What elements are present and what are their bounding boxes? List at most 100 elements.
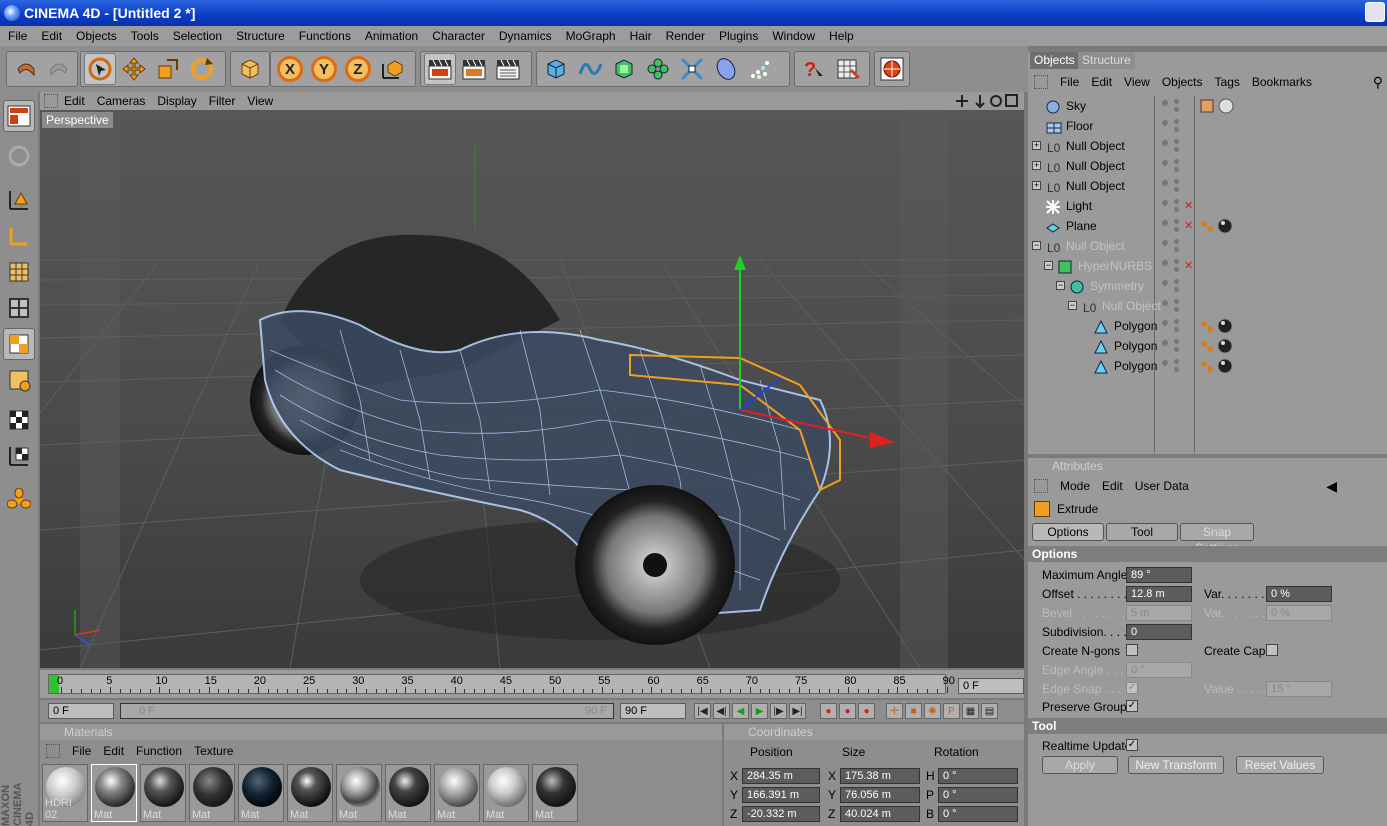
polygons-mode-button[interactable]	[3, 328, 35, 360]
editor-visibility-dot[interactable]	[1162, 340, 1168, 346]
timeline-ruler[interactable]: 0 5 10 15 20 25 30 35 40 45 50 55 60 65 70 75 80 85 90 0 F	[40, 670, 1024, 698]
rotation-field[interactable]: 0 °	[938, 768, 1018, 784]
object-axis-button[interactable]	[3, 220, 35, 252]
spline-button[interactable]	[574, 53, 606, 85]
record-scale-button[interactable]: ●	[839, 703, 856, 719]
render-visibility-dot[interactable]	[1174, 287, 1179, 292]
timeline-end-field[interactable]: 0 F	[958, 678, 1024, 694]
expand-toggle-icon[interactable]: +	[1032, 141, 1041, 150]
disabled-x-icon[interactable]: ✕	[1184, 256, 1193, 276]
timeline-track[interactable]: 0 5 10 15 20 25 30 35 40 45 50 55 60 65 70 75 80 85 90	[48, 674, 955, 694]
recent-object-button[interactable]	[234, 53, 266, 85]
frame-range-slider[interactable]: 0 F 90 F	[120, 703, 614, 719]
max-frame-field[interactable]: 90 F	[620, 703, 686, 719]
back-arrow-icon[interactable]: ◀	[1326, 478, 1337, 495]
particle-button[interactable]	[744, 53, 776, 85]
model-tool-button[interactable]	[3, 184, 35, 216]
size-field[interactable]: 175.38 m	[840, 768, 920, 784]
render-visibility-dot[interactable]	[1174, 339, 1179, 344]
material-tag-icon[interactable]	[1200, 358, 1236, 380]
render-visibility-dot[interactable]	[1174, 307, 1179, 312]
menu-animation[interactable]: Animation	[357, 29, 424, 43]
disabled-x-icon[interactable]: ✕	[1184, 196, 1193, 216]
expand-toggle-icon[interactable]: +	[1032, 181, 1041, 190]
editor-visibility-dot[interactable]	[1162, 240, 1168, 246]
expand-toggle-icon[interactable]: −	[1068, 301, 1077, 310]
position-field[interactable]: 166.391 m	[742, 787, 820, 803]
expand-toggle-icon[interactable]: +	[1032, 161, 1041, 170]
object-tree-row[interactable]: − Symmetry	[1030, 276, 1385, 296]
render-visibility-dot[interactable]	[1174, 367, 1179, 372]
materials-menu-texture[interactable]: Texture	[188, 744, 239, 758]
objects-menu-edit[interactable]: Edit	[1085, 75, 1118, 89]
editor-visibility-dot[interactable]	[1162, 280, 1168, 286]
next-key-button[interactable]: |▶	[770, 703, 787, 719]
material-swatch[interactable]: Mat	[532, 764, 578, 822]
menu-mograph[interactable]: MoGraph	[558, 29, 622, 43]
render-visibility-dot[interactable]	[1174, 299, 1179, 304]
go-to-end-button[interactable]: ▶|	[789, 703, 806, 719]
menu-objects[interactable]: Objects	[68, 29, 123, 43]
key-parameter-button[interactable]: P	[943, 703, 960, 719]
object-tree-row[interactable]: Polygon	[1030, 336, 1385, 356]
object-tree-row[interactable]: Plane ✕	[1030, 216, 1385, 236]
coordinate-system-button[interactable]	[376, 53, 408, 85]
render-visibility-dot[interactable]	[1174, 107, 1179, 112]
play-forward-button[interactable]: ▶	[751, 703, 768, 719]
apply-button[interactable]: Apply	[1042, 756, 1118, 774]
window-control-button[interactable]	[1365, 2, 1385, 22]
rotation-field[interactable]: 0 °	[938, 806, 1018, 822]
object-tree-row[interactable]: − L0 Null Object	[1030, 296, 1385, 316]
redo-button[interactable]	[43, 53, 74, 85]
editor-visibility-dot[interactable]	[1162, 160, 1168, 166]
objects-menu-bookmarks[interactable]: Bookmarks	[1246, 75, 1318, 89]
editor-visibility-dot[interactable]	[1162, 260, 1168, 266]
key-pla-button[interactable]: ▦	[962, 703, 979, 719]
nurbs-button[interactable]	[608, 53, 640, 85]
maximum-angle-field[interactable]: 89 °	[1126, 567, 1192, 583]
calculator-button[interactable]	[832, 53, 864, 85]
disabled-x-icon[interactable]: ✕	[1184, 216, 1193, 236]
editor-visibility-dot[interactable]	[1162, 140, 1168, 146]
viewport-menu-display[interactable]: Display	[151, 94, 202, 108]
material-swatch[interactable]: Mat	[189, 764, 235, 822]
render-visibility-dot[interactable]	[1174, 159, 1179, 164]
material-swatch[interactable]: Mat	[336, 764, 382, 822]
rotation-field[interactable]: 0 °	[938, 787, 1018, 803]
menu-plugins[interactable]: Plugins	[711, 29, 764, 43]
render-visibility-dot[interactable]	[1174, 119, 1179, 124]
render-visibility-dot[interactable]	[1174, 267, 1179, 272]
current-frame-field[interactable]: 0 F	[48, 703, 114, 719]
menu-dynamics[interactable]: Dynamics	[491, 29, 558, 43]
key-position-button[interactable]: ✛	[886, 703, 903, 719]
3d-viewport[interactable]: Perspective	[40, 110, 1024, 668]
tab-options[interactable]: Options	[1032, 523, 1104, 541]
key-scale-button[interactable]: ■	[905, 703, 922, 719]
menu-file[interactable]: File	[0, 29, 33, 43]
x-axis-lock-button[interactable]: X	[274, 53, 306, 85]
deformer-button[interactable]	[676, 53, 708, 85]
previous-key-button[interactable]: ◀|	[713, 703, 730, 719]
menu-tools[interactable]: Tools	[123, 29, 165, 43]
play-backward-button[interactable]: ◀	[732, 703, 749, 719]
expand-toggle-icon[interactable]: −	[1044, 261, 1053, 270]
object-tree-row[interactable]: + L0 Null Object	[1030, 156, 1385, 176]
editor-visibility-dot[interactable]	[1162, 100, 1168, 106]
create-ngons-checkbox[interactable]	[1126, 644, 1138, 656]
environment-button[interactable]	[710, 53, 742, 85]
render-visibility-dot[interactable]	[1174, 359, 1179, 364]
rotate-tool-button[interactable]	[186, 53, 218, 85]
edges-mode-button[interactable]	[3, 292, 35, 324]
viewport-menu-cameras[interactable]: Cameras	[91, 94, 152, 108]
new-transform-button[interactable]: New Transform	[1128, 756, 1224, 774]
editor-visibility-dot[interactable]	[1162, 120, 1168, 126]
render-visibility-dot[interactable]	[1174, 147, 1179, 152]
primitive-cube-button[interactable]	[540, 53, 572, 85]
render-visibility-dot[interactable]	[1174, 199, 1179, 204]
timeline-options-button[interactable]: ▤	[981, 703, 998, 719]
editor-visibility-dot[interactable]	[1162, 320, 1168, 326]
web-browser-button[interactable]	[878, 53, 906, 85]
viewport-menu-edit[interactable]: Edit	[58, 94, 91, 108]
key-rotation-button[interactable]: ✺	[924, 703, 941, 719]
objects-menu-file[interactable]: File	[1054, 75, 1085, 89]
